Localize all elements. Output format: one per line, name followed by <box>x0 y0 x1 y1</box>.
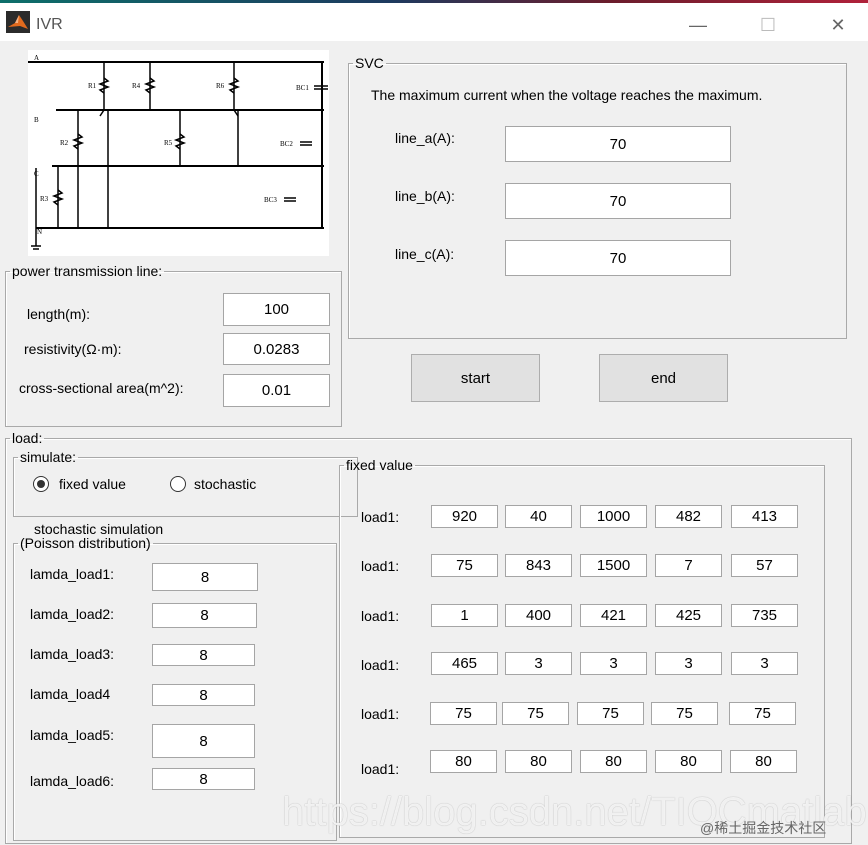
length-input[interactable] <box>223 293 330 326</box>
resistor-label-r5: R5 <box>164 139 173 147</box>
lamda-load5-input[interactable] <box>152 724 255 758</box>
fixed-load-input[interactable] <box>651 702 718 725</box>
simulate-legend: simulate: <box>20 449 77 465</box>
poisson-legend: (Poisson distribution) <box>20 535 151 551</box>
lamda-load2-label: lamda_load2: <box>30 606 115 622</box>
load-legend: load: <box>12 430 43 446</box>
fixed-load-input[interactable] <box>430 750 497 773</box>
fixed-load-input[interactable] <box>431 554 498 577</box>
node-label-c: C <box>34 170 39 178</box>
fixed-load-input[interactable] <box>731 554 798 577</box>
lamda-load1-label: lamda_load1: <box>30 566 115 582</box>
fixed-load-input[interactable] <box>580 554 647 577</box>
fixed-load-input[interactable] <box>431 505 498 528</box>
fixed-load-label: load1: <box>361 608 400 624</box>
line-c-label: line_c(A): <box>395 246 455 262</box>
resistor-label-r4: R4 <box>132 82 141 90</box>
fixed-load-input[interactable] <box>505 604 572 627</box>
resistor-label-r1: R1 <box>88 82 97 90</box>
fixed-load-input[interactable] <box>731 505 798 528</box>
fixed-value-label[interactable]: fixed value <box>59 476 126 492</box>
lamda-load6-label: lamda_load6: <box>30 773 115 789</box>
fixed-load-label: load1: <box>361 761 400 777</box>
resistor-label-r6: R6 <box>216 82 225 90</box>
radio-selected-dot <box>37 480 45 488</box>
fixed-load-input[interactable] <box>655 652 722 675</box>
fixed-load-input[interactable] <box>577 702 644 725</box>
fixed-load-input[interactable] <box>580 505 647 528</box>
stochastic-label[interactable]: stochastic <box>194 476 256 492</box>
lamda-load4-label: lamda_load4 <box>30 686 111 702</box>
fixed-load-input[interactable] <box>505 505 572 528</box>
stochastic-radio[interactable] <box>170 476 186 492</box>
capacitor-label-bc1: BC1 <box>296 84 309 92</box>
fixed-load-label: load1: <box>361 558 400 574</box>
fixed-load-label: load1: <box>361 706 400 722</box>
resistivity-label: resistivity(Ω·m): <box>24 341 122 357</box>
fixed-load-input[interactable] <box>431 652 498 675</box>
lamda-load2-input[interactable] <box>152 603 257 628</box>
node-label-b: B <box>34 116 39 124</box>
fixed-load-input[interactable] <box>730 750 797 773</box>
area-input[interactable] <box>223 374 330 407</box>
capacitor-label-bc3: BC3 <box>264 196 277 204</box>
resistor-label-r2: R2 <box>60 139 69 147</box>
lamda-load5-label: lamda_load5: <box>30 727 115 743</box>
svc-legend: SVC <box>355 55 384 71</box>
fixed-load-input[interactable] <box>655 505 722 528</box>
fixed-load-label: load1: <box>361 509 400 525</box>
power-line-legend: power transmission line: <box>12 263 163 279</box>
end-button[interactable]: end <box>599 354 728 402</box>
circuit-diagram: A B C N R1 R4 R6 R2 R5 R3 BC1 BC2 BC3 <box>28 50 329 256</box>
fixed-load-input[interactable] <box>580 652 647 675</box>
fixed-load-input[interactable] <box>731 604 798 627</box>
fixed-load-label: load1: <box>361 657 400 673</box>
close-icon[interactable]: ✕ <box>826 13 850 37</box>
title-bar: IVR — ☐ ✕ <box>0 3 868 41</box>
line-b-input[interactable] <box>505 183 731 219</box>
fixed-value-legend: fixed value <box>346 457 413 473</box>
fixed-load-input[interactable] <box>655 750 722 773</box>
fixed-load-input[interactable] <box>729 702 796 725</box>
length-label: length(m): <box>27 306 91 322</box>
node-label-n: N <box>37 228 42 236</box>
fixed-load-input[interactable] <box>502 702 569 725</box>
fixed-load-input[interactable] <box>655 554 722 577</box>
svc-description: The maximum current when the voltage rea… <box>371 87 763 103</box>
line-a-label: line_a(A): <box>395 130 455 146</box>
lamda-load6-input[interactable] <box>152 768 255 790</box>
line-a-input[interactable] <box>505 126 731 162</box>
lamda-load3-input[interactable] <box>152 644 255 666</box>
fixed-load-input[interactable] <box>655 604 722 627</box>
lamda-load3-label: lamda_load3: <box>30 646 115 662</box>
lamda-load4-input[interactable] <box>152 684 255 706</box>
fixed-value-radio[interactable] <box>33 476 49 492</box>
fixed-load-input[interactable] <box>731 652 798 675</box>
area-label: cross-sectional area(m^2): <box>19 380 184 396</box>
line-c-input[interactable] <box>505 240 731 276</box>
fixed-load-input[interactable] <box>430 702 497 725</box>
start-button[interactable]: start <box>411 354 540 402</box>
minimize-icon[interactable]: — <box>686 13 710 37</box>
window-title: IVR <box>36 16 63 33</box>
fixed-load-input[interactable] <box>505 750 572 773</box>
watermark-site: @稀土掘金技术社区 <box>700 820 827 836</box>
fixed-load-input[interactable] <box>580 604 647 627</box>
matlab-icon <box>6 11 30 33</box>
resistor-label-r3: R3 <box>40 195 49 203</box>
fixed-load-input[interactable] <box>431 604 498 627</box>
maximize-icon[interactable]: ☐ <box>756 13 780 37</box>
resistivity-input[interactable] <box>223 333 330 365</box>
fixed-load-input[interactable] <box>505 554 572 577</box>
node-label-a: A <box>34 54 39 62</box>
fixed-load-input[interactable] <box>580 750 647 773</box>
fixed-load-input[interactable] <box>505 652 572 675</box>
capacitor-label-bc2: BC2 <box>280 140 293 148</box>
lamda-load1-input[interactable] <box>152 563 258 591</box>
line-b-label: line_b(A): <box>395 188 455 204</box>
